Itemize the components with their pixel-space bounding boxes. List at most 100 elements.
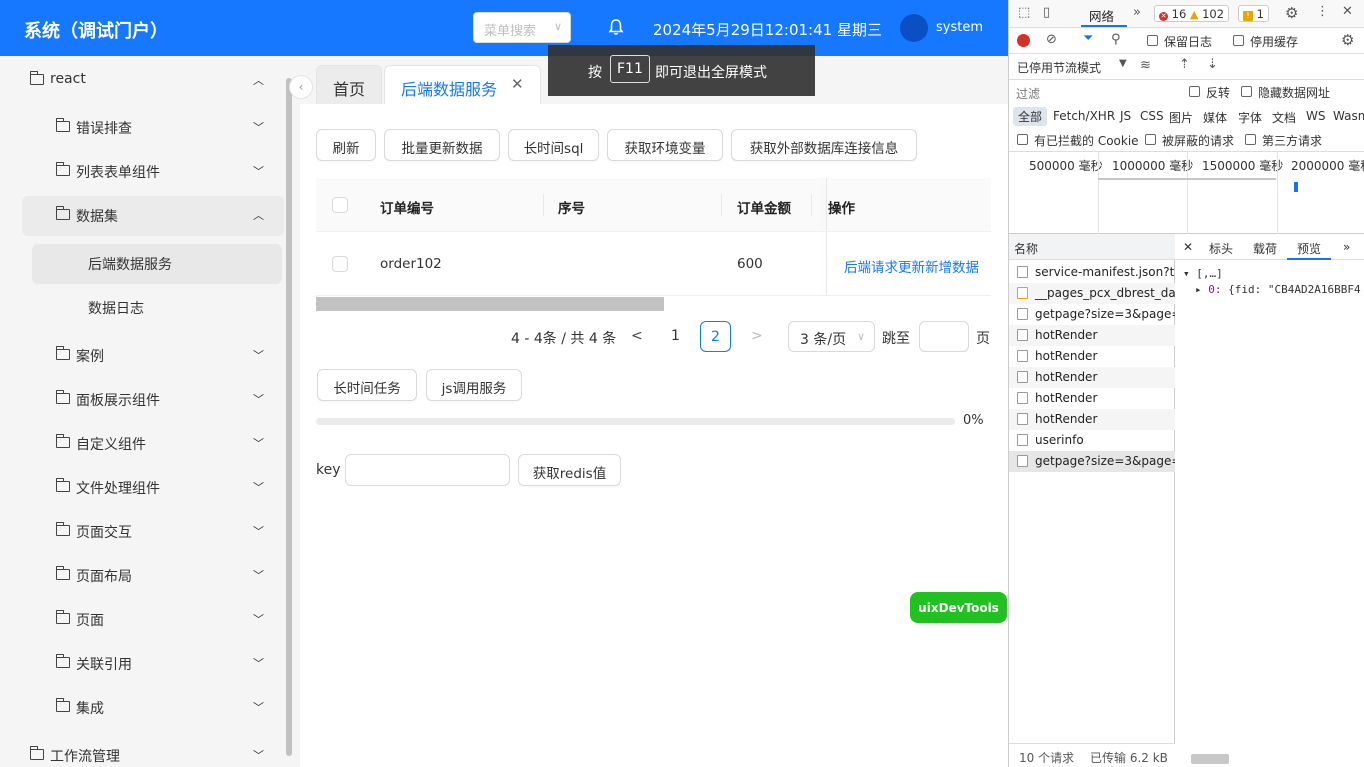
sidebar-item-related-refs[interactable]: 关联引用 ﹀ [0, 643, 280, 683]
blocked-cookies-checkbox[interactable] [1017, 134, 1028, 145]
sidebar-item-list-form[interactable]: 列表表单组件 ﹀ [0, 151, 280, 191]
request-row[interactable]: hotRender [1009, 367, 1175, 388]
request-row[interactable]: service-manifest.json?t... [1009, 262, 1175, 283]
more-tabs-icon[interactable]: » [1133, 5, 1141, 20]
inspect-icon[interactable]: ⬚ [1018, 5, 1030, 20]
username[interactable]: system [936, 20, 983, 35]
pagination-page-1[interactable]: 1 [660, 321, 691, 352]
tab-backend-data-service[interactable]: 后端数据服务 ✕ [384, 65, 541, 105]
error-warning-badge[interactable]: ✕ 16 ▲ 102 [1154, 5, 1230, 22]
type-filter-wasm[interactable]: Wasm [1333, 109, 1364, 123]
type-filter-all[interactable]: 全部 [1013, 107, 1048, 126]
row-action-link[interactable]: 后端请求更新新增数据 [844, 256, 979, 276]
request-row[interactable]: hotRender [1009, 409, 1175, 430]
avatar[interactable] [900, 14, 928, 42]
type-filter-fetch[interactable]: Fetch/XHR [1053, 109, 1115, 123]
pagination-prev-icon[interactable]: < [631, 328, 643, 344]
tab-payload[interactable]: 载荷 [1253, 240, 1277, 257]
type-filter-js[interactable]: JS [1120, 109, 1131, 123]
sidebar-item-cases[interactable]: 案例 ﹀ [0, 335, 280, 375]
type-filter-css[interactable]: CSS [1140, 109, 1164, 123]
import-har-icon[interactable]: ⇡ [1179, 57, 1190, 72]
type-filter-doc[interactable]: 文档 [1272, 109, 1296, 126]
export-har-icon[interactable]: ⇣ [1207, 57, 1218, 72]
filter-input[interactable]: 过滤 [1013, 83, 1173, 101]
tab-headers[interactable]: 标头 [1209, 240, 1233, 257]
js-call-button[interactable]: js调用服务 [426, 369, 522, 401]
request-row[interactable]: hotRender [1009, 346, 1175, 367]
blocked-requests-checkbox[interactable] [1145, 134, 1156, 145]
sidebar-item-panel-display[interactable]: 面板展示组件 ﹀ [0, 379, 280, 419]
sidebar-item-data-log[interactable]: 数据日志 [0, 287, 280, 327]
sidebar-item-error-check[interactable]: 错误排查 ﹀ [0, 107, 280, 147]
request-row[interactable]: hotRender [1009, 325, 1175, 346]
type-filter-ws[interactable]: WS [1306, 109, 1325, 123]
device-toolbar-icon[interactable]: ▯ [1043, 5, 1050, 20]
network-settings-gear-icon[interactable]: ⚙ [1341, 31, 1354, 49]
preview-root[interactable]: ▾ [,…] [1183, 267, 1223, 280]
sidebar-item-workflow[interactable]: 工作流管理 ﹀ [0, 735, 280, 767]
get-redis-button[interactable]: 获取redis值 [518, 454, 621, 486]
tab-network[interactable]: 网络 [1089, 6, 1114, 25]
request-row[interactable]: getpage?size=3&page=2 [1009, 451, 1175, 472]
sidebar-collapse-button[interactable]: ‹ [289, 75, 313, 99]
disable-cache-checkbox[interactable] [1233, 35, 1244, 46]
sidebar-item-dataset[interactable]: 数据集 ︿ [0, 195, 280, 235]
network-conditions-icon[interactable]: ≋ [1140, 58, 1151, 73]
type-filter-media[interactable]: 媒体 [1203, 109, 1227, 126]
row-checkbox[interactable] [332, 256, 348, 272]
request-row[interactable]: userinfo [1009, 430, 1175, 451]
network-timeline[interactable]: 500000 毫秒 1000000 毫秒 1500000 毫秒 2000000 … [1009, 152, 1364, 234]
close-detail-icon[interactable]: ✕ [1183, 240, 1193, 254]
more-tabs-icon[interactable]: » [1343, 240, 1350, 254]
preserve-log-checkbox[interactable] [1147, 35, 1158, 46]
name-column-header[interactable]: 名称 [1014, 240, 1038, 257]
hide-data-urls-checkbox[interactable] [1241, 86, 1252, 97]
key-input[interactable] [345, 454, 510, 486]
clear-icon[interactable]: ⊘ [1046, 32, 1057, 47]
record-icon[interactable] [1017, 34, 1030, 47]
type-filter-font[interactable]: 字体 [1238, 109, 1262, 126]
sidebar-item-integration[interactable]: 集成 ﹀ [0, 687, 280, 727]
sidebar-item-page[interactable]: 页面 ﹀ [0, 599, 280, 639]
get-external-db-button[interactable]: 获取外部数据库连接信息 [731, 129, 917, 161]
uix-devtools-button[interactable]: uixDevTools [910, 592, 1007, 623]
tab-home[interactable]: 首页 [316, 65, 382, 105]
sidebar-item-backend-data-service[interactable]: 后端数据服务 [0, 243, 280, 283]
invert-checkbox[interactable] [1189, 86, 1200, 97]
long-sql-button[interactable]: 长时间sql [508, 129, 599, 161]
search-icon[interactable]: ⚲ [1111, 32, 1121, 47]
preview-item-0[interactable]: ▸ 0: {fid: "CB4AD2A16BBF4 [1195, 283, 1361, 296]
third-party-checkbox[interactable] [1245, 134, 1256, 145]
close-devtools-icon[interactable]: ✕ [1342, 4, 1353, 19]
pagination-next-icon[interactable]: > [751, 328, 763, 344]
long-task-button[interactable]: 长时间任务 [317, 369, 417, 401]
kebab-menu-icon[interactable]: ⋮ [1316, 4, 1329, 19]
request-row[interactable]: getpage?size=3&page=1 [1009, 304, 1175, 325]
sidebar-item-react[interactable]: react ︿ [0, 60, 280, 100]
get-env-button[interactable]: 获取环境变量 [607, 129, 723, 161]
filter-icon[interactable]: ⏷ [1083, 31, 1093, 46]
throttling-select[interactable]: 已停用节流模式 [1017, 59, 1101, 76]
batch-update-button[interactable]: 批量更新数据 [384, 129, 500, 161]
sidebar-item-page-interaction[interactable]: 页面交互 ﹀ [0, 511, 280, 551]
preview-scrollbar[interactable] [1191, 754, 1229, 764]
select-all-checkbox[interactable] [332, 197, 348, 213]
request-row[interactable]: hotRender [1009, 388, 1175, 409]
sidebar-item-page-layout[interactable]: 页面布局 ﹀ [0, 555, 280, 595]
sidebar-item-file-processing[interactable]: 文件处理组件 ﹀ [0, 467, 280, 507]
type-filter-img[interactable]: 图片 [1169, 109, 1193, 126]
menu-search-select[interactable]: 菜单搜索 ∨ [473, 12, 571, 43]
bell-icon[interactable] [606, 17, 626, 37]
request-row[interactable]: __pages_pcx_dbrest_dat... [1009, 283, 1175, 304]
sidebar-scrollbar[interactable] [286, 78, 292, 756]
issues-badge[interactable]: ! 1 [1238, 5, 1269, 22]
tab-preview[interactable]: 预览 [1297, 240, 1321, 257]
jump-page-input[interactable] [919, 321, 969, 352]
sidebar-item-custom-components[interactable]: 自定义组件 ﹀ [0, 423, 280, 463]
close-icon[interactable]: ✕ [511, 75, 524, 93]
page-size-select[interactable]: 3 条/页 ∨ [788, 321, 875, 352]
refresh-button[interactable]: 刷新 [316, 129, 376, 161]
table-horizontal-scrollbar[interactable] [316, 297, 664, 311]
settings-gear-icon[interactable]: ⚙ [1285, 4, 1298, 22]
